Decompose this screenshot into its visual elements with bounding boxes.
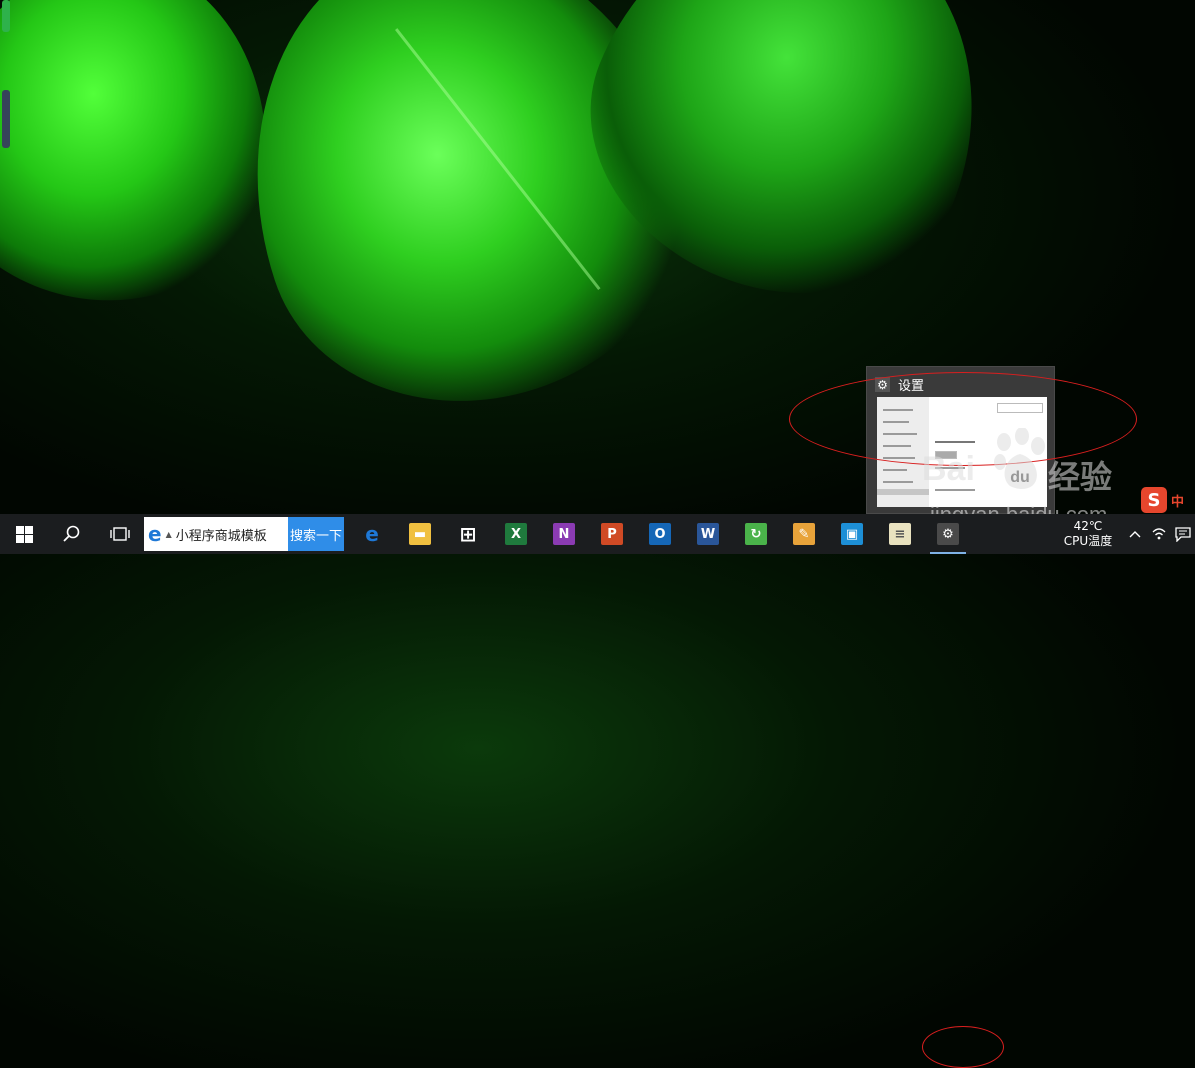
taskbar-app-notes[interactable]: ≡: [876, 514, 924, 554]
thumb-line: [883, 469, 907, 471]
taskbar: e ▲ 小程序商城模板 搜索一下 e ▬ ⊞ X N P O W ↻ ✎ ▣ ≡ ⚙ 42℃ CPU温度: [0, 514, 1195, 1068]
taskbar-app-word[interactable]: W: [684, 514, 732, 554]
paw-icon: du: [994, 428, 1045, 489]
taskbar-app-outlook[interactable]: O: [636, 514, 684, 554]
powerpoint-icon: P: [601, 523, 623, 545]
wallpaper-leaf-left: [0, 0, 293, 322]
refresh-app-icon: ↻: [745, 523, 767, 545]
notes-icon: ≡: [889, 523, 911, 545]
taskbar-app-edge[interactable]: e: [348, 514, 396, 554]
baidu-jingyan-watermark: Bai du 经验 jingyan.baidu.com: [922, 420, 1132, 514]
onenote-icon: N: [553, 523, 575, 545]
watermark-logo: Bai: [922, 450, 975, 488]
edge-widget-green[interactable]: [2, 0, 10, 32]
cpu-temperature[interactable]: 42℃ CPU温度: [1053, 519, 1123, 549]
search-input-text: 小程序商城模板: [175, 528, 267, 544]
taskbar-app-virtualbox[interactable]: ▣: [828, 514, 876, 554]
ime-indicator[interactable]: S 中: [1141, 486, 1195, 514]
annotation-ellipse-settings: [922, 1026, 1004, 1068]
svg-text:du: du: [1010, 469, 1030, 486]
ie-icon: e: [148, 522, 162, 546]
taskbar-app-refresh-app[interactable]: ↻: [732, 514, 780, 554]
taskbar-app-file-explorer[interactable]: ▬: [396, 514, 444, 554]
windows-icon: [15, 525, 33, 543]
taskbar-search-input[interactable]: e ▲ 小程序商城模板: [144, 517, 288, 551]
task-view-button[interactable]: [96, 514, 144, 554]
thumb-line: [883, 481, 913, 483]
search-icon: [63, 525, 80, 542]
taskbar-app-excel[interactable]: X: [492, 514, 540, 554]
start-button[interactable]: [0, 514, 48, 554]
watermark-url: jingyan.baidu.com: [930, 502, 1107, 514]
search-button[interactable]: [48, 514, 96, 554]
paint-icon: ✎: [793, 523, 815, 545]
taskbar-app-powerpoint[interactable]: P: [588, 514, 636, 554]
file-explorer-icon: ▬: [409, 523, 431, 545]
taskbar-app-onenote[interactable]: N: [540, 514, 588, 554]
settings-icon: ⚙: [937, 523, 959, 545]
taskbar-app-paint[interactable]: ✎: [780, 514, 828, 554]
chevron-up-icon[interactable]: [1123, 514, 1147, 554]
cpu-temp-value: 42℃: [1073, 519, 1103, 533]
excel-icon: X: [505, 523, 527, 545]
taskbar-app-store[interactable]: ⊞: [444, 514, 492, 554]
search-submit-button[interactable]: 搜索一下: [288, 517, 344, 551]
taskbar-app-settings[interactable]: ⚙: [924, 514, 972, 554]
desktop-wallpaper: ⚙ 设置 Bai du 经验 S 中: [0, 0, 1195, 514]
sogou-ime-icon: S: [1141, 487, 1167, 513]
cpu-temp-label: CPU温度: [1063, 534, 1113, 548]
edge-widget-gauge[interactable]: [2, 90, 10, 148]
task-view-icon: [110, 527, 130, 541]
store-icon: ⊞: [459, 522, 477, 546]
notification-icon[interactable]: [1171, 514, 1195, 554]
network-icon[interactable]: [1147, 514, 1171, 554]
virtualbox-icon: ▣: [841, 523, 863, 545]
edge-icon: e: [365, 522, 379, 546]
watermark-exp-text: 经验: [1048, 458, 1113, 496]
word-icon: W: [697, 523, 719, 545]
ime-language: 中: [1171, 494, 1185, 510]
outlook-icon: O: [649, 523, 671, 545]
pinned-apps: e ▬ ⊞ X N P O W ↻ ✎ ▣ ≡ ⚙: [348, 514, 972, 554]
system-tray: 42℃ CPU温度: [1053, 514, 1195, 554]
chevron-down-icon[interactable]: ▲: [166, 530, 172, 539]
